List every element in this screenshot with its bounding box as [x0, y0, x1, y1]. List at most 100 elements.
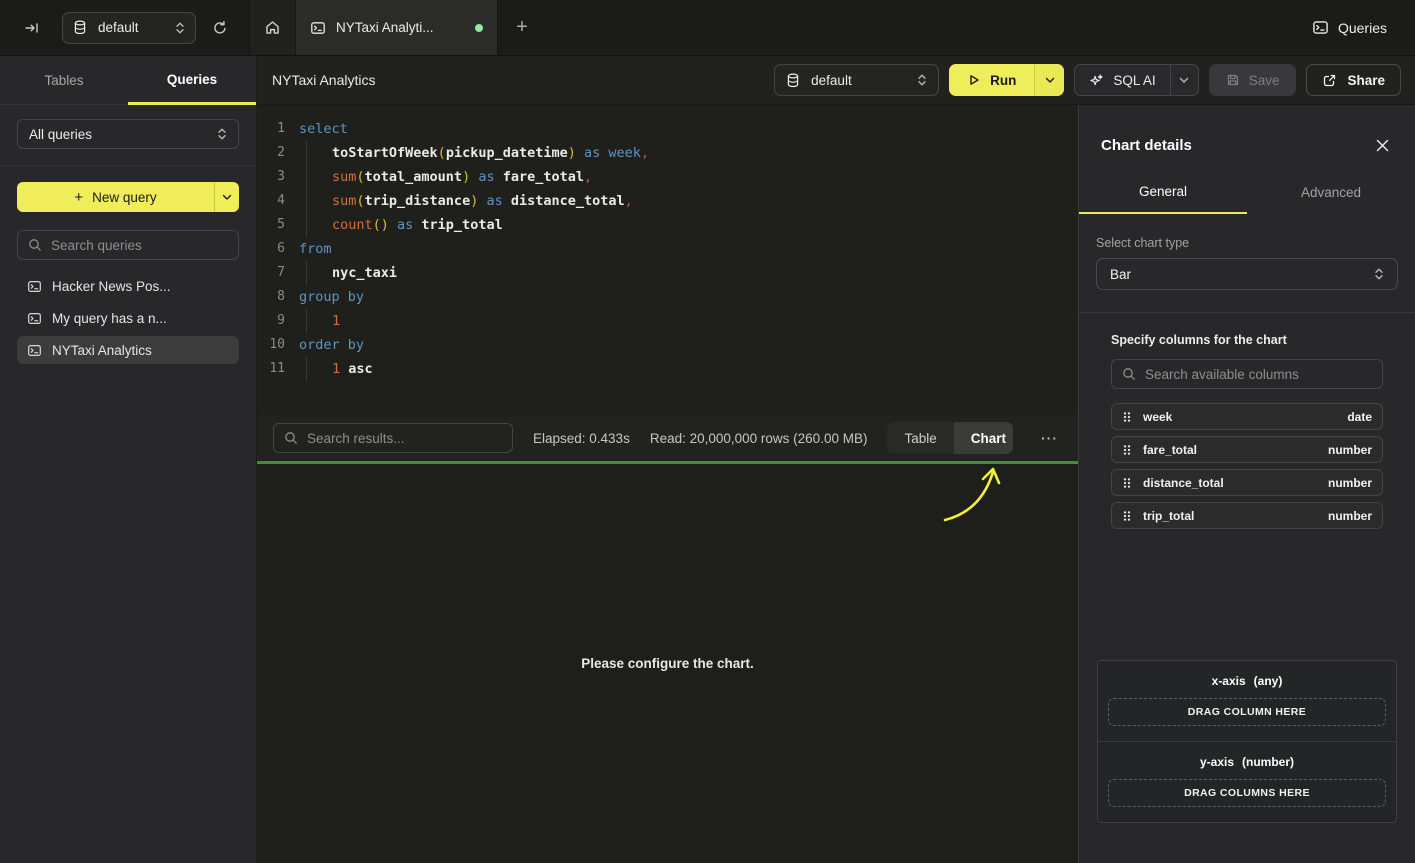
code-line[interactable]: 4 sum(trip_distance) as distance_total, [257, 189, 1078, 213]
editor-column: 1 select 2 toStartOfWeek(pickup_datetime… [257, 105, 1078, 863]
x-axis-section: x-axis (any) DRAG COLUMN HERE [1098, 661, 1396, 741]
panel-tabs: General Advanced [1079, 174, 1415, 214]
play-icon [967, 73, 981, 87]
indent-guide [299, 189, 332, 213]
column-type: number [1328, 476, 1372, 490]
active-query-tab[interactable]: NYTaxi Analyti... [296, 0, 498, 55]
query-search-input[interactable] [51, 238, 228, 253]
terminal-icon [27, 311, 42, 326]
column-name: trip_total [1143, 509, 1194, 523]
column-item[interactable]: week date [1111, 403, 1383, 430]
new-query-label: New query [92, 190, 157, 205]
columns-search-input[interactable] [1145, 367, 1372, 382]
new-query-button[interactable]: + New query [17, 182, 239, 212]
code-line[interactable]: 6 from [257, 237, 1078, 261]
sidebar-query-item[interactable]: Hacker News Pos... [17, 272, 239, 300]
search-icon [284, 431, 298, 445]
new-query-dropdown[interactable] [214, 182, 239, 212]
code-line[interactable]: 5 count() as trip_total [257, 213, 1078, 237]
column-item[interactable]: distance_total number [1111, 469, 1383, 496]
sidebar-query-item[interactable]: My query has a n... [17, 304, 239, 332]
query-search [17, 230, 239, 260]
tab-general[interactable]: General [1079, 174, 1247, 214]
column-item[interactable]: fare_total number [1111, 436, 1383, 463]
save-label: Save [1249, 73, 1280, 88]
code-line[interactable]: 8 group by [257, 285, 1078, 309]
line-number: 10 [257, 333, 285, 357]
sidebar-query-item[interactable]: NYTaxi Analytics [17, 336, 239, 364]
results-search-input[interactable] [307, 431, 502, 446]
home-tab[interactable] [250, 0, 296, 55]
query-list: Hacker News Pos... My query has a n... N… [17, 272, 239, 364]
chart-type-label: Select chart type [1079, 236, 1415, 250]
top-bar: default NYTaxi Analyti... [0, 0, 1415, 56]
drag-handle-icon[interactable] [1122, 444, 1132, 456]
share-button[interactable]: Share [1306, 64, 1401, 96]
queries-topbar-button[interactable]: Queries [1312, 0, 1415, 55]
drag-handle-icon[interactable] [1122, 510, 1132, 522]
chevron-updown-icon [1374, 267, 1384, 281]
toolbar-database-selector[interactable]: default [774, 64, 939, 96]
code-line[interactable]: 3 sum(total_amount) as fare_total, [257, 165, 1078, 189]
table-view-tab[interactable]: Table [887, 422, 953, 454]
run-dropdown[interactable] [1034, 64, 1064, 96]
topbar-database-selector[interactable]: default [62, 12, 196, 44]
tab-tables[interactable]: Tables [0, 56, 128, 104]
plus-icon: + [74, 189, 83, 206]
query-item-label: My query has a n... [52, 311, 167, 326]
sql-editor[interactable]: 1 select 2 toStartOfWeek(pickup_datetime… [257, 105, 1078, 415]
code-line[interactable]: 7 nyc_taxi [257, 261, 1078, 285]
chart-type-select[interactable]: Bar [1096, 258, 1398, 290]
collapse-sidebar-button[interactable] [20, 16, 44, 40]
refresh-button[interactable] [208, 16, 232, 40]
chart-view-tab[interactable]: Chart [954, 422, 1013, 454]
x-axis-constraint: (any) [1254, 674, 1283, 688]
code-line[interactable]: 10 order by [257, 333, 1078, 357]
column-item[interactable]: trip_total number [1111, 502, 1383, 529]
database-icon [73, 20, 87, 35]
terminal-icon [27, 279, 42, 294]
app-window: default NYTaxi Analyti... [0, 0, 1415, 863]
code-text: from [285, 237, 332, 261]
annotation-arrow [917, 464, 1027, 534]
ellipsis-icon: ··· [1041, 430, 1058, 446]
x-axis-drop-zone[interactable]: DRAG COLUMN HERE [1108, 698, 1386, 726]
run-label: Run [990, 73, 1016, 88]
y-axis-drop-zone[interactable]: DRAG COLUMNS HERE [1108, 779, 1386, 807]
run-main[interactable]: Run [949, 64, 1034, 96]
panel-body: Select chart type Bar Specify columns fo… [1079, 214, 1415, 863]
code-line[interactable]: 9 1 [257, 309, 1078, 333]
sql-ai-dropdown[interactable] [1170, 65, 1198, 95]
column-name: week [1143, 410, 1172, 424]
results-search [273, 423, 513, 453]
sql-ai-main[interactable]: SQL AI [1075, 65, 1169, 95]
drag-handle-icon[interactable] [1122, 477, 1132, 489]
tab-queries[interactable]: Queries [128, 56, 256, 105]
terminal-icon [1312, 19, 1329, 36]
code-line[interactable]: 11 1 asc [257, 357, 1078, 381]
tab-title: NYTaxi Analyti... [336, 20, 434, 35]
tab-advanced[interactable]: Advanced [1247, 174, 1415, 214]
run-button[interactable]: Run [949, 64, 1064, 96]
more-options-button[interactable]: ··· [1033, 426, 1066, 450]
y-axis-label: y-axis [1200, 755, 1234, 769]
columns-search [1111, 359, 1383, 389]
close-panel-button[interactable] [1374, 137, 1391, 154]
query-filter-select[interactable]: All queries [17, 119, 239, 149]
toolbar-database-value: default [811, 73, 852, 88]
code-line[interactable]: 2 toStartOfWeek(pickup_datetime) as week… [257, 141, 1078, 165]
column-type: number [1328, 443, 1372, 457]
new-query-main[interactable]: + New query [17, 182, 214, 212]
drag-handle-icon[interactable] [1122, 411, 1132, 423]
code-text: nyc_taxi [285, 261, 397, 285]
line-number: 9 [257, 309, 285, 333]
sql-ai-button[interactable]: SQL AI [1074, 64, 1198, 96]
code-line[interactable]: 1 select [257, 117, 1078, 141]
read-stat: Read: 20,000,000 rows (260.00 MB) [650, 431, 868, 446]
y-axis-label-row: y-axis (number) [1107, 755, 1387, 769]
new-tab-button[interactable]: + [498, 0, 546, 55]
collapse-sidebar-icon [24, 20, 40, 36]
x-axis-label: x-axis [1212, 674, 1246, 688]
save-button[interactable]: Save [1209, 64, 1297, 96]
sidebar-content: All queries + New query [0, 105, 256, 863]
